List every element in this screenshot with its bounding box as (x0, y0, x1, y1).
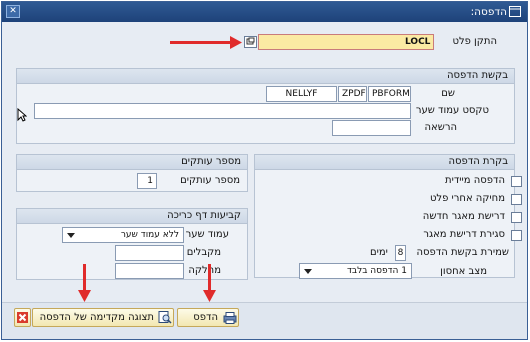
mouse-cursor-icon (17, 108, 27, 122)
sap-cover-value: ללא עמוד שער (120, 230, 179, 240)
value-help-button[interactable] (244, 36, 257, 48)
annotation-arrow-head (203, 290, 216, 302)
cover-text-label: טקסט עמוד שער (415, 105, 489, 116)
print-preview-icon (158, 311, 172, 324)
copies-input[interactable]: 1 (137, 173, 157, 189)
print-button[interactable]: הדפס (177, 308, 239, 327)
department-label: מחלקה (188, 265, 221, 276)
recipient-label: מקבלים (186, 247, 221, 258)
retention-unit: ימים (370, 247, 388, 258)
name-field-2[interactable]: ZPDF (338, 86, 367, 102)
close-spool-request-checkbox[interactable] (511, 230, 522, 241)
new-spool-request-checkbox[interactable] (511, 212, 522, 223)
delete-after-output-label: מחיקה אחרי פלט (429, 193, 505, 204)
authorization-label: הרשאה (424, 122, 457, 133)
spool-mode-value: 1 הדפסה בלבד (346, 266, 407, 276)
name-field-1[interactable]: NELLYF (266, 86, 337, 102)
copies-group: מספר עותקים (16, 154, 248, 192)
name-field-3[interactable]: PBFORM (368, 86, 411, 102)
annotation-arrow (170, 41, 234, 44)
output-device-input[interactable]: LOCL (258, 34, 434, 50)
dialog-title: הדפסה: (470, 6, 507, 18)
spool-mode-dropdown[interactable]: 1 הדפסה בלבד (299, 263, 412, 279)
close-spool-request-label: סגירת דרישת מאגר (423, 229, 505, 240)
immediate-print-label: הדפסה מיידית (445, 175, 505, 186)
new-spool-request-label: דרישת מאגר חדשה (422, 211, 505, 222)
recipient-input[interactable] (115, 245, 184, 261)
cover-page-header: קביעות דף כריכה (167, 210, 241, 221)
dropdown-arrow-icon (67, 233, 75, 238)
spool-mode-label: מצב אחסון (440, 266, 487, 277)
value-help-icon (246, 37, 255, 45)
sap-cover-dropdown[interactable]: ללא עמוד שער (62, 227, 184, 243)
annotation-arrow-head (230, 36, 242, 49)
title-bar: הדפסה: ✕ (2, 2, 527, 22)
close-button[interactable]: ✕ (6, 5, 20, 18)
print-request-header: בקשת הדפסה (447, 70, 508, 81)
print-control-header: בקרת הדפסה (448, 156, 508, 167)
authorization-input[interactable] (332, 120, 411, 136)
department-input[interactable] (115, 263, 184, 279)
retention-input[interactable]: 8 (395, 245, 406, 261)
retention-label: שמירת בקשת הדפסה (416, 247, 509, 258)
dialog-icon (509, 6, 521, 17)
name-label: שם (441, 88, 455, 99)
cancel-icon (17, 312, 28, 323)
print-preview-button[interactable]: תצוגה מקדימה של הדפסה (32, 308, 174, 327)
annotation-arrow-head (78, 290, 91, 302)
printer-icon (223, 312, 237, 324)
copies-label: מספר עותקים (180, 175, 240, 186)
print-button-label: הדפס (193, 312, 218, 323)
cover-text-input[interactable] (34, 103, 411, 119)
cancel-button[interactable] (14, 308, 31, 327)
output-device-label: התקן פלט (452, 36, 497, 47)
immediate-print-checkbox[interactable] (511, 176, 522, 187)
print-dialog: הדפסה: ✕ התקן פלט LOCL בקשת הדפסה שם NEL… (1, 1, 528, 340)
print-preview-label: תצוגה מקדימה של הדפסה (39, 312, 154, 323)
delete-after-output-checkbox[interactable] (511, 194, 522, 205)
copies-header: מספר עותקים (181, 156, 241, 167)
dropdown-arrow-icon (304, 269, 312, 274)
